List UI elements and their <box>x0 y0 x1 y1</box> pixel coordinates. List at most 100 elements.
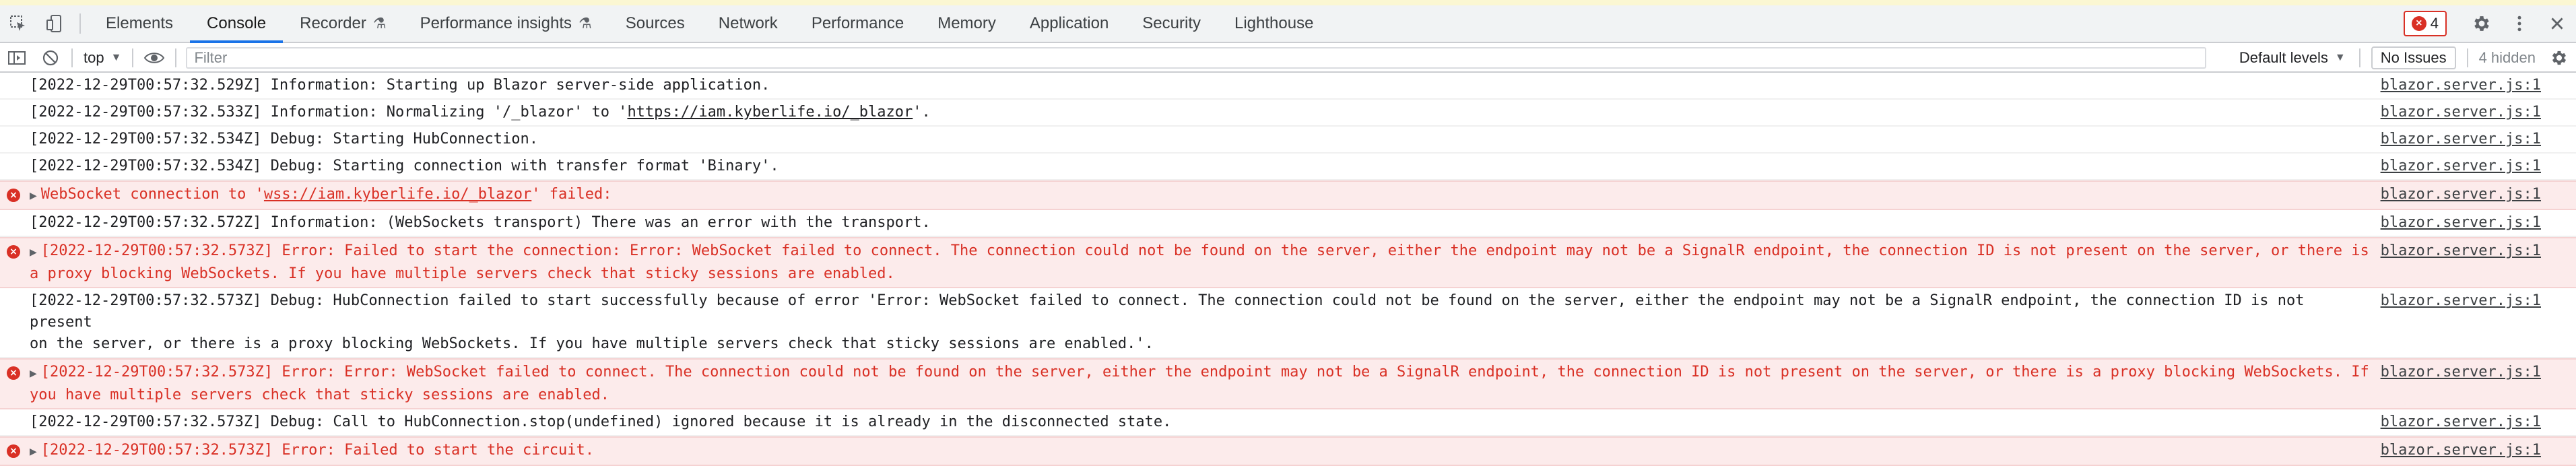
log-message: [2022-12-29T00:57:32.572Z] Information: … <box>30 214 931 231</box>
tab-performance[interactable]: Performance <box>795 5 921 42</box>
error-count-badge[interactable]: × 4 <box>2403 11 2447 36</box>
tab-label: Lighthouse <box>1234 14 1314 32</box>
error-circle-icon: × <box>2411 16 2426 31</box>
tab-label: Network <box>718 14 778 32</box>
expand-arrow-icon[interactable]: ▶ <box>30 247 37 258</box>
source-link[interactable]: blazor.server.js:1 <box>2381 240 2541 262</box>
tabbar-separator <box>79 13 81 34</box>
tab-sources[interactable]: Sources <box>609 5 702 42</box>
log-message: [2022-12-29T00:57:32.573Z] Debug: HubCon… <box>30 292 2305 352</box>
log-levels-label: Default levels <box>2239 49 2328 66</box>
log-text: [2022-12-29T00:57:32.573Z] Error: Error:… <box>30 364 2369 403</box>
log-row: [2022-12-29T00:57:32.529Z] Information: … <box>0 73 2576 100</box>
tab-memory[interactable]: Memory <box>921 5 1013 42</box>
tab-label: Elements <box>106 14 174 32</box>
log-levels-dropdown[interactable]: Default levels ▼ <box>2230 49 2355 67</box>
log-row: [2022-12-29T00:57:32.534Z] Debug: Starti… <box>0 154 2576 180</box>
console-settings-icon[interactable] <box>2542 44 2576 71</box>
source-link[interactable]: blazor.server.js:1 <box>2381 129 2541 150</box>
chevron-down-icon: ▼ <box>2334 52 2346 63</box>
tab-application[interactable]: Application <box>1013 5 1125 42</box>
log-message: [2022-12-29T00:57:32.534Z] Debug: Starti… <box>30 131 538 147</box>
log-message: ▶ [2022-12-29T00:57:32.573Z] Error: Faile… <box>30 440 2576 463</box>
console-toolbar: top ▼ Default levels ▼ No Issues 4 hidde… <box>0 44 2576 73</box>
error-row[interactable]: × ▶ WebSocket connection to 'wss://iam.ky… <box>0 180 2576 210</box>
error-row[interactable]: × ▶ [2022-12-29T00:57:32.573Z] Error: Err… <box>0 358 2576 409</box>
inspect-icon[interactable] <box>0 5 36 42</box>
source-link[interactable]: blazor.server.js:1 <box>2381 411 2541 433</box>
tab-label: Memory <box>937 14 996 32</box>
source-link[interactable]: blazor.server.js:1 <box>2381 75 2541 96</box>
hidden-count: 4 hidden <box>2478 49 2536 66</box>
tab-console[interactable]: Console <box>190 5 284 43</box>
toolbar-separator <box>132 48 134 67</box>
issues-button[interactable]: No Issues <box>2371 46 2456 69</box>
chevron-down-icon: ▼ <box>110 52 122 63</box>
log-text: ' failed: <box>531 186 612 203</box>
device-toggle-icon[interactable] <box>36 5 73 42</box>
log-row: [2022-12-29T00:57:32.573Z] Debug: Call t… <box>0 409 2576 436</box>
error-row[interactable]: × ▶ [2022-12-29T00:57:32.573Z] Error: Fai… <box>0 436 2576 466</box>
source-link[interactable]: blazor.server.js:1 <box>2381 440 2541 461</box>
tab-label: Sources <box>625 14 685 32</box>
flask-icon: ⚗ <box>579 15 592 32</box>
error-circle-icon: × <box>7 444 20 458</box>
tab-performance-insights[interactable]: Performance insights ⚗ <box>403 5 609 42</box>
console-log: [2022-12-29T00:57:32.529Z] Information: … <box>0 73 2576 466</box>
source-link[interactable]: blazor.server.js:1 <box>2381 362 2541 383</box>
toolbar-separator <box>71 48 73 67</box>
log-text: WebSocket connection to ' <box>40 186 264 203</box>
source-link[interactable]: blazor.server.js:1 <box>2381 184 2541 205</box>
error-circle-icon: × <box>7 366 20 380</box>
sidebar-toggle-icon[interactable] <box>0 44 34 71</box>
context-label: top <box>84 49 104 66</box>
source-link[interactable]: blazor.server.js:1 <box>2381 156 2541 177</box>
log-message: [2022-12-29T00:57:32.529Z] Information: … <box>30 77 770 94</box>
expand-arrow-icon[interactable]: ▶ <box>30 191 37 201</box>
source-link[interactable]: blazor.server.js:1 <box>2381 212 2541 234</box>
tab-network[interactable]: Network <box>702 5 795 42</box>
tab-elements[interactable]: Elements <box>89 5 190 42</box>
tab-label: Security <box>1142 14 1201 32</box>
log-message: [2022-12-29T00:57:32.573Z] Debug: Call t… <box>30 413 1172 430</box>
log-message: [2022-12-29T00:57:32.534Z] Debug: Starti… <box>30 158 779 174</box>
source-link[interactable]: blazor.server.js:1 <box>2381 290 2541 312</box>
log-text: [2022-12-29T00:57:32.573Z] Error: Failed… <box>40 442 594 459</box>
log-message: ▶ [2022-12-29T00:57:32.573Z] Error: Faile… <box>30 240 2576 285</box>
close-icon[interactable] <box>2538 5 2576 42</box>
eye-icon[interactable] <box>137 44 171 71</box>
tab-label: Performance <box>811 14 904 32</box>
log-message: ▶ [2022-12-29T00:57:32.573Z] Error: Error… <box>30 362 2576 406</box>
tab-security[interactable]: Security <box>1125 5 1218 42</box>
tabbar-right-controls: × 4 <box>2403 5 2576 42</box>
expand-arrow-icon[interactable]: ▶ <box>30 446 37 457</box>
context-selector[interactable]: top ▼ <box>77 49 128 67</box>
tab-label: Application <box>1029 14 1109 32</box>
error-circle-icon: × <box>7 245 20 259</box>
expand-arrow-icon[interactable]: ▶ <box>30 368 37 379</box>
filter-input[interactable] <box>186 47 2207 69</box>
source-link[interactable]: blazor.server.js:1 <box>2381 102 2541 123</box>
top-strip <box>0 0 2576 5</box>
toolbar-separator <box>175 48 177 67</box>
log-row: [2022-12-29T00:57:32.573Z] Debug: HubCon… <box>0 288 2576 358</box>
log-row: [2022-12-29T00:57:32.572Z] Information: … <box>0 210 2576 237</box>
console-toolbar-right: Default levels ▼ No Issues 4 hidden <box>2230 44 2576 71</box>
log-row: [2022-12-29T00:57:32.534Z] Debug: Starti… <box>0 127 2576 154</box>
more-vert-icon[interactable] <box>2501 5 2538 42</box>
tab-label: Recorder <box>300 14 366 32</box>
tab-recorder[interactable]: Recorder ⚗ <box>283 5 403 42</box>
tab-lighthouse[interactable]: Lighthouse <box>1218 5 1330 42</box>
log-text: [2022-12-29T00:57:32.533Z] Information: … <box>30 104 628 121</box>
error-count: 4 <box>2430 15 2439 32</box>
log-link[interactable]: https://iam.kyberlife.io/_blazor <box>627 104 913 121</box>
log-text: [2022-12-29T00:57:32.573Z] Error: Failed… <box>30 242 2369 282</box>
tab-label: Console <box>207 14 267 32</box>
toolbar-separator <box>2358 48 2360 67</box>
log-link[interactable]: wss://iam.kyberlife.io/_blazor <box>264 186 531 203</box>
log-row: [2022-12-29T00:57:32.533Z] Information: … <box>0 100 2576 127</box>
clear-console-icon[interactable] <box>34 44 67 71</box>
error-circle-icon: × <box>7 189 20 202</box>
error-row[interactable]: × ▶ [2022-12-29T00:57:32.573Z] Error: Fai… <box>0 237 2576 288</box>
settings-gear-icon[interactable] <box>2463 5 2501 42</box>
